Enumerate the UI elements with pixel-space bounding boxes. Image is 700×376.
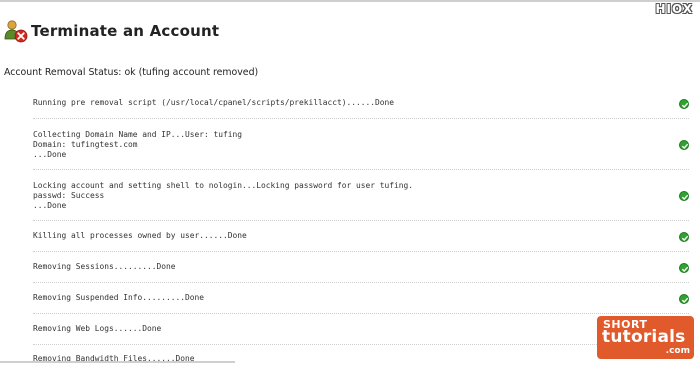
top-border (0, 0, 700, 2)
step-row: Removing Web Logs......Done (33, 314, 689, 345)
check-circle-icon (679, 294, 689, 304)
step-text: Removing Sessions.........Done (33, 262, 176, 271)
step-text: Locking account and setting shell to nol… (33, 181, 414, 210)
step-text: Running pre removal script (/usr/local/c… (33, 98, 395, 107)
step-row: Running pre removal script (/usr/local/c… (33, 86, 689, 119)
step-row: Killing all processes owned by user.....… (33, 221, 689, 252)
step-row: Locking account and setting shell to nol… (33, 170, 689, 221)
step-text: Removing Web Logs......Done (33, 324, 162, 333)
step-text: Removing Suspended Info.........Done (33, 293, 205, 302)
step-text: Collecting Domain Name and IP...User: tu… (33, 130, 243, 159)
check-circle-icon (679, 191, 689, 201)
check-circle-icon (679, 232, 689, 242)
step-row: Removing Suspended Info.........Done (33, 283, 689, 314)
removal-status: Account Removal Status: ok (tufing accou… (4, 67, 259, 78)
removal-steps-list: Running pre removal script (/usr/local/c… (0, 86, 700, 376)
page-title: Terminate an Account (31, 22, 220, 40)
step-row: Removing Sessions.........Done (33, 252, 689, 283)
check-circle-icon (679, 99, 689, 109)
check-circle-icon (679, 263, 689, 273)
step-text: Killing all processes owned by user.....… (33, 231, 247, 240)
hiox-watermark: HIOX (655, 2, 693, 16)
shorttutorials-logo: SHORT tutorials .com (597, 316, 694, 359)
terminate-account-icon (3, 18, 29, 44)
page-header: Terminate an Account (3, 18, 219, 44)
step-row: Collecting Domain Name and IP...User: tu… (33, 119, 689, 170)
check-circle-icon (679, 140, 689, 150)
